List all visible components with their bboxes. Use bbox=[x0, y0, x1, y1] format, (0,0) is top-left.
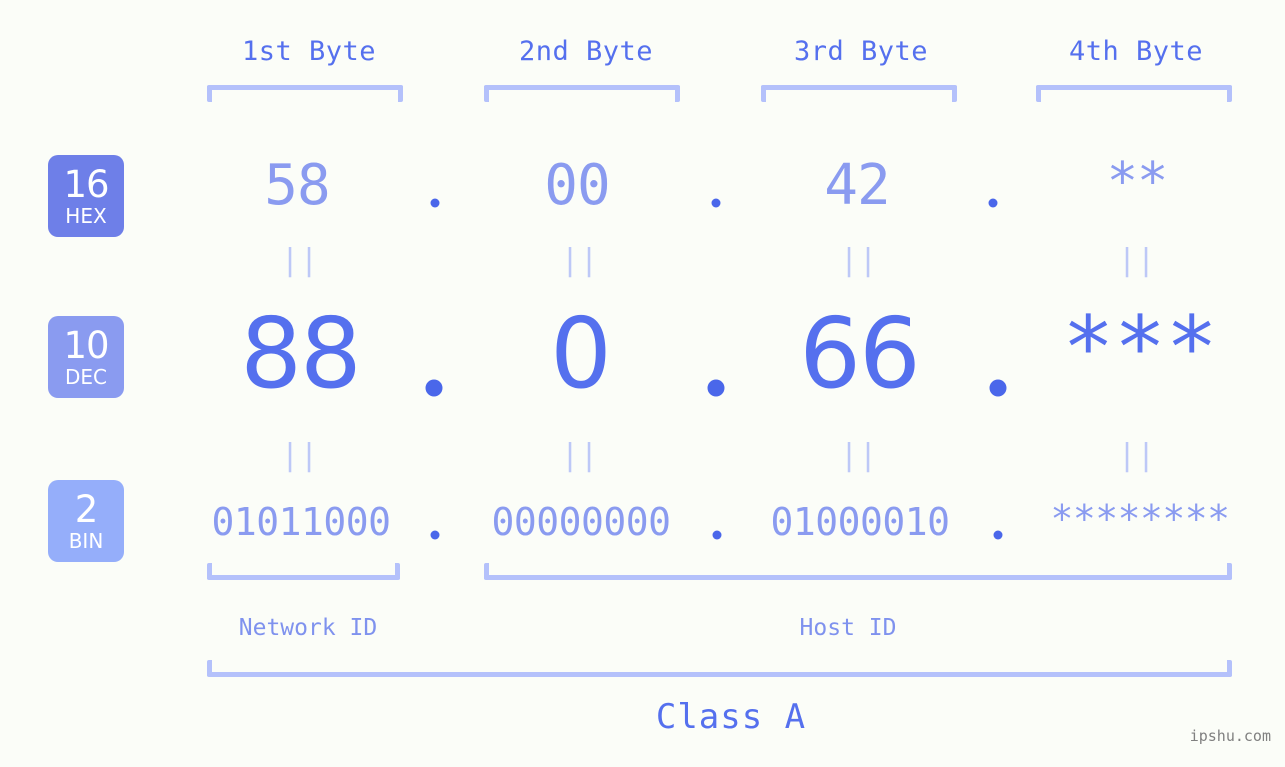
hex-separator-dot-2 bbox=[711, 198, 721, 208]
dec-byte-2: 0 bbox=[550, 297, 612, 410]
badge-number-hex: 16 bbox=[63, 163, 109, 206]
hex-byte-1: 58 bbox=[264, 153, 330, 218]
byte-header-3: 3rd Byte bbox=[793, 36, 929, 67]
dec-separator-dot-2 bbox=[707, 379, 725, 397]
hex-separator-dot-3 bbox=[988, 198, 998, 208]
equals-mark-hex-dec-3: || bbox=[839, 243, 879, 278]
bin-byte-2: 00000000 bbox=[491, 500, 671, 544]
hex-byte-2: 00 bbox=[544, 153, 610, 218]
byte-header-1: 1st Byte bbox=[241, 36, 377, 67]
bin-byte-1: 01011000 bbox=[211, 500, 391, 544]
network-id-label: Network ID bbox=[238, 615, 378, 641]
equals-mark-dec-bin-3: || bbox=[839, 438, 879, 473]
badge-base-hex: HEX bbox=[65, 204, 107, 228]
bin-separator-dot-2 bbox=[712, 530, 722, 540]
byte-bracket-1 bbox=[207, 85, 403, 102]
equals-mark-hex-dec-1: || bbox=[280, 243, 320, 278]
dec-separator-dot-3 bbox=[989, 379, 1007, 397]
byte-bracket-4 bbox=[1036, 85, 1232, 102]
badge-base-dec: DEC bbox=[64, 365, 107, 389]
bin-byte-3: 01000010 bbox=[770, 500, 950, 544]
equals-mark-dec-bin-1: || bbox=[280, 438, 320, 473]
bin-separator-dot-1 bbox=[430, 530, 440, 540]
dec-byte-3: 66 bbox=[799, 297, 920, 410]
host-id-bracket bbox=[484, 563, 1232, 580]
byte-header-2: 2nd Byte bbox=[518, 36, 654, 67]
dec-byte-1: 88 bbox=[240, 297, 361, 410]
class-label: Class A bbox=[655, 697, 807, 737]
diagram-canvas: 1st Byte 2nd Byte 3rd Byte 4th Byte 16 H… bbox=[0, 0, 1285, 767]
network-id-bracket bbox=[207, 563, 400, 580]
host-id-label: Host ID bbox=[799, 615, 897, 641]
equals-mark-hex-dec-2: || bbox=[560, 243, 600, 278]
dec-separator-dot-1 bbox=[425, 379, 443, 397]
byte-bracket-2 bbox=[484, 85, 680, 102]
base-badge-hex: 16 HEX bbox=[48, 155, 124, 237]
equals-mark-dec-bin-2: || bbox=[560, 438, 600, 473]
badge-number-bin: 2 bbox=[74, 488, 99, 531]
equals-mark-hex-dec-4: || bbox=[1117, 243, 1157, 278]
badge-base-bin: BIN bbox=[68, 529, 104, 553]
hex-byte-3: 42 bbox=[824, 153, 890, 218]
bin-separator-dot-3 bbox=[993, 530, 1003, 540]
hex-byte-4: ** bbox=[1106, 152, 1169, 212]
site-watermark: ipshu.com bbox=[1189, 727, 1271, 745]
bin-byte-4: ******** bbox=[1050, 497, 1230, 541]
equals-mark-dec-bin-4: || bbox=[1117, 438, 1157, 473]
base-badge-bin: 2 BIN bbox=[48, 480, 124, 562]
hex-separator-dot-1 bbox=[430, 198, 440, 208]
class-bracket bbox=[207, 660, 1232, 677]
dec-byte-4: *** bbox=[1062, 298, 1218, 398]
badge-number-dec: 10 bbox=[63, 324, 109, 367]
base-badge-dec: 10 DEC bbox=[48, 316, 124, 398]
byte-header-4: 4th Byte bbox=[1068, 36, 1204, 67]
byte-bracket-3 bbox=[761, 85, 957, 102]
